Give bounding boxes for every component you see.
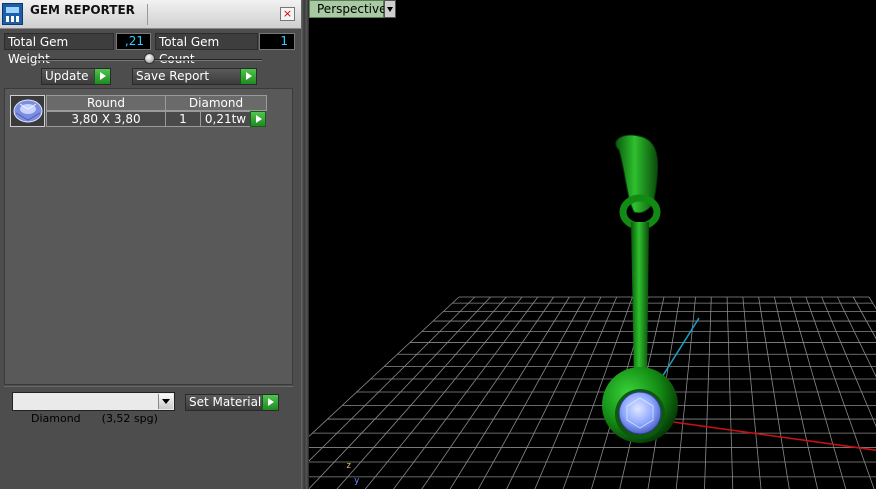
set-material-button[interactable]: Set Material: [185, 394, 279, 411]
total-gem-weight-value: ,21: [116, 33, 151, 50]
chevron-down-icon[interactable]: [384, 0, 396, 18]
row-expand-arrow-icon[interactable]: [250, 111, 266, 127]
axis-z-label: z: [346, 461, 352, 471]
table-header-material: Diamond: [165, 95, 267, 111]
pendant-rod: [631, 222, 649, 380]
table-cell-size: 3,80 X 3,80: [46, 111, 166, 127]
total-gem-weight-label: Total Gem Weight: [4, 33, 114, 66]
play-arrow-icon: [240, 69, 256, 84]
total-gem-count-label: Total Gem Count: [155, 33, 258, 66]
save-report-button-label: Save Report: [136, 69, 210, 83]
size-slider-thumb[interactable]: [144, 53, 155, 64]
report-icon: [2, 3, 23, 25]
viewport-tab-perspective[interactable]: Perspective: [309, 0, 387, 18]
table-cell-weight: 0,21tw: [200, 111, 251, 127]
gem-thumbnail[interactable]: [10, 95, 45, 127]
axis-y-label: y: [354, 476, 360, 486]
play-arrow-icon: [94, 69, 110, 84]
table-header-shape: Round: [46, 95, 166, 111]
title-divider: [147, 4, 148, 25]
update-button[interactable]: Update: [41, 68, 111, 85]
material-select-value: Diamond (3,52 spg): [31, 412, 158, 425]
table-cell-count: 1: [165, 111, 201, 127]
perspective-viewport[interactable]: Perspective z y: [309, 0, 876, 489]
set-material-button-label: Set Material: [189, 395, 262, 409]
panel-titlebar: GEM REPORTER ×: [0, 0, 301, 29]
close-icon[interactable]: ×: [280, 7, 295, 21]
divider: [4, 386, 293, 387]
gem-list: [4, 88, 293, 385]
round-diamond-icon: [13, 99, 43, 123]
update-button-label: Update: [45, 69, 89, 83]
3d-scene[interactable]: [309, 0, 876, 489]
play-arrow-icon: [262, 395, 278, 410]
material-select[interactable]: Diamond (3,52 spg): [12, 392, 175, 425]
gem-reporter-panel: GEM REPORTER × Total Gem Weight ,21 Tota…: [0, 0, 301, 489]
chevron-down-icon[interactable]: [158, 394, 173, 409]
pendant-model[interactable]: [602, 134, 678, 443]
ground-grid: [309, 296, 876, 489]
save-report-button[interactable]: Save Report: [132, 68, 257, 85]
splitter-bar[interactable]: [301, 0, 309, 489]
panel-title: GEM REPORTER: [30, 3, 135, 17]
total-gem-count-value: 1: [259, 33, 295, 50]
